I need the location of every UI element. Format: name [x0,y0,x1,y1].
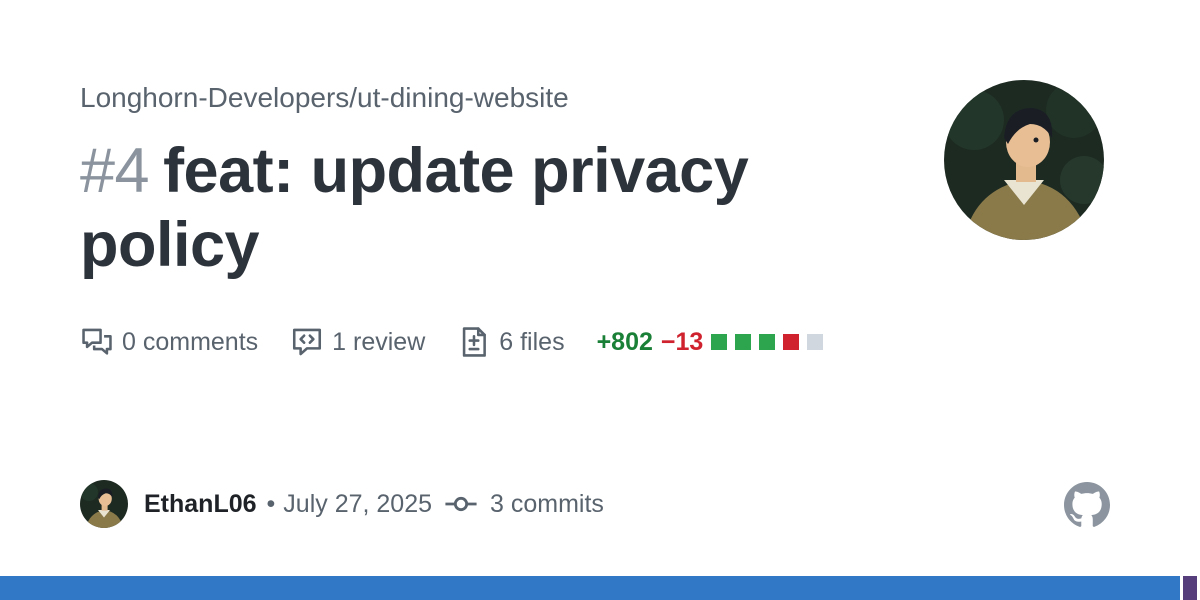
author-avatar-large[interactable] [944,80,1104,240]
language-segment-other [1183,576,1197,600]
pr-title: #4 feat: update privacy policy [80,134,880,282]
code-review-icon [290,325,324,359]
diff-blocks [711,334,831,350]
diff-stat: +802 −13 [597,328,832,357]
avatar-illustration-small [80,480,128,528]
diff-block [711,334,728,350]
language-segment-typescript [0,576,1180,600]
git-commit-icon [444,487,478,521]
reviews-stat[interactable]: 1 review [290,325,425,359]
pr-title-text: feat: update privacy policy [80,136,749,280]
pr-date: July 27, 2025 [283,489,433,518]
pr-footer: EthanL06 • July 27, 2025 3 commits [80,480,604,528]
author-name[interactable]: EthanL06 [144,490,257,519]
diff-block [735,334,752,350]
pr-number: #4 [80,136,150,206]
file-diff-icon [457,325,491,359]
commits-count[interactable]: 3 commits [490,490,604,519]
diff-block [783,334,800,350]
github-mark-icon[interactable] [1064,482,1110,528]
separator-dot: • [266,489,276,518]
comments-count: 0 comments [122,327,259,356]
files-stat[interactable]: 6 files [457,325,565,359]
language-bar [0,576,1200,600]
diff-block [759,334,776,350]
repo-name[interactable]: Longhorn-Developers/ut-dining-website [80,82,569,114]
files-count: 6 files [499,327,565,356]
additions-count: +802 [596,327,653,356]
comment-discussion-icon [80,325,114,359]
author-avatar-small[interactable] [80,480,128,528]
reviews-count: 1 review [332,327,426,356]
avatar-illustration [944,80,1104,240]
pr-stats: 0 comments 1 review 6 files +802 −13 [80,322,863,362]
comments-stat[interactable]: 0 comments [80,325,258,359]
deletions-count: −13 [660,327,704,356]
diff-block [807,334,824,350]
